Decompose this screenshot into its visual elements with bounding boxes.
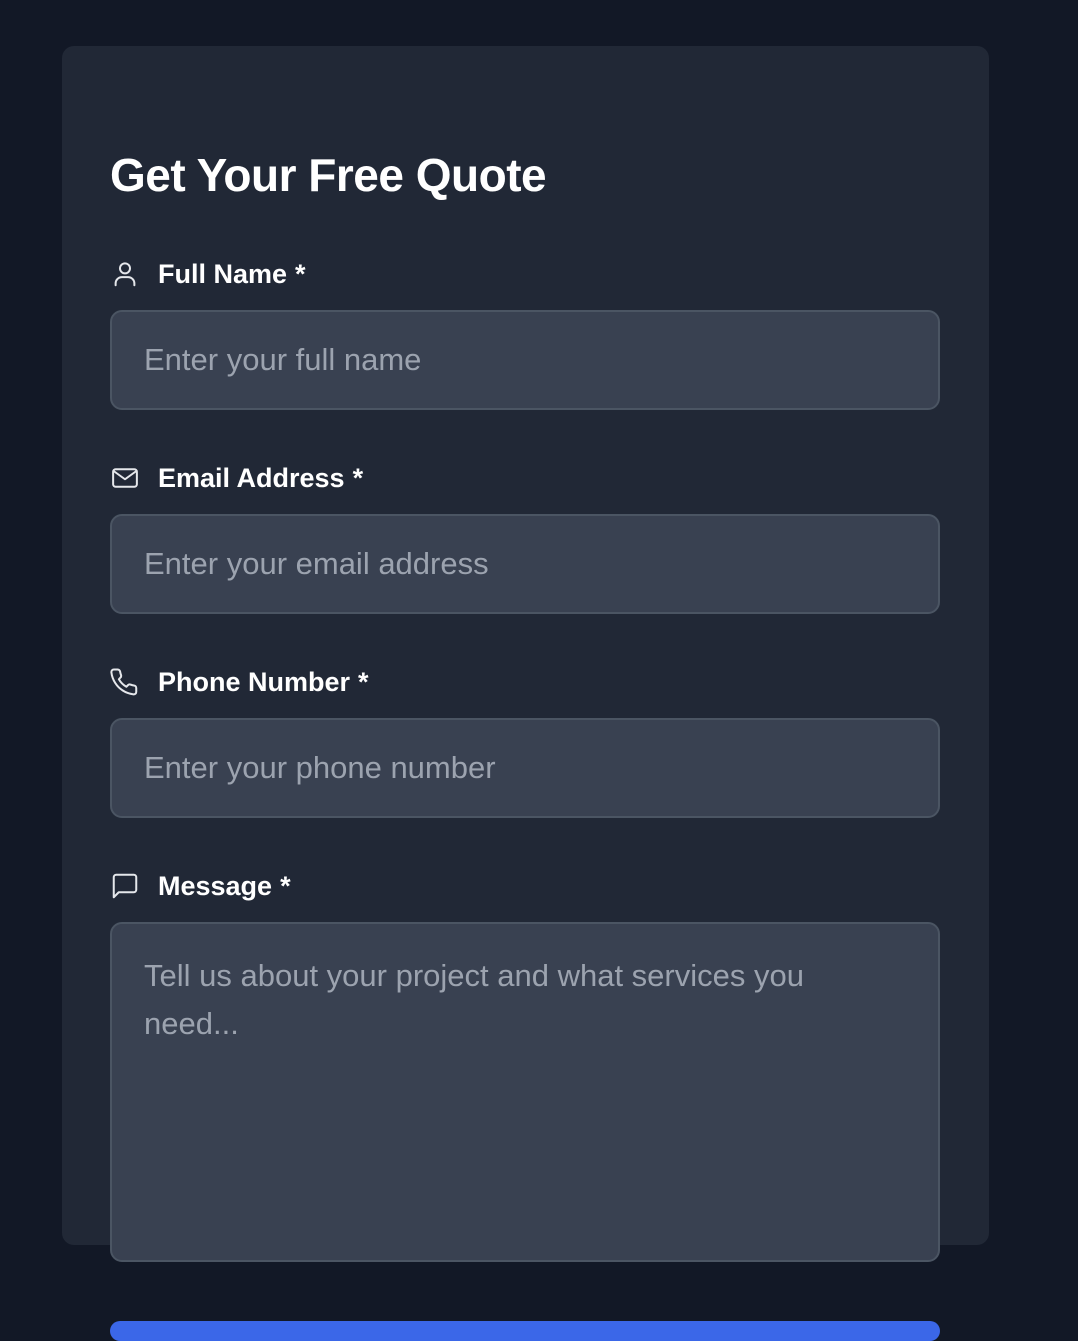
required-marker: * [280,870,291,901]
message-label: Message * [110,870,291,902]
phone-label-text: Phone Number [158,666,351,697]
email-label-text: Email Address [158,462,345,493]
phone-icon [110,667,140,697]
required-marker: * [295,258,306,289]
full-name-label-text: Full Name [158,258,288,289]
required-marker: * [358,666,369,697]
message-icon [110,871,140,901]
phone-label: Phone Number * [110,666,369,698]
submit-button[interactable] [110,1321,940,1341]
full-name-label: Full Name * [110,258,306,290]
message-label-text: Message [158,870,273,901]
mail-icon [110,463,140,493]
required-marker: * [352,462,364,493]
form-title: Get Your Free Quote [110,149,547,201]
email-label: Email Address * [110,462,363,494]
message-textarea[interactable] [110,922,940,1262]
user-icon [110,259,140,289]
phone-input[interactable] [110,718,940,818]
full-name-input[interactable] [110,310,940,410]
email-input[interactable] [110,514,940,614]
